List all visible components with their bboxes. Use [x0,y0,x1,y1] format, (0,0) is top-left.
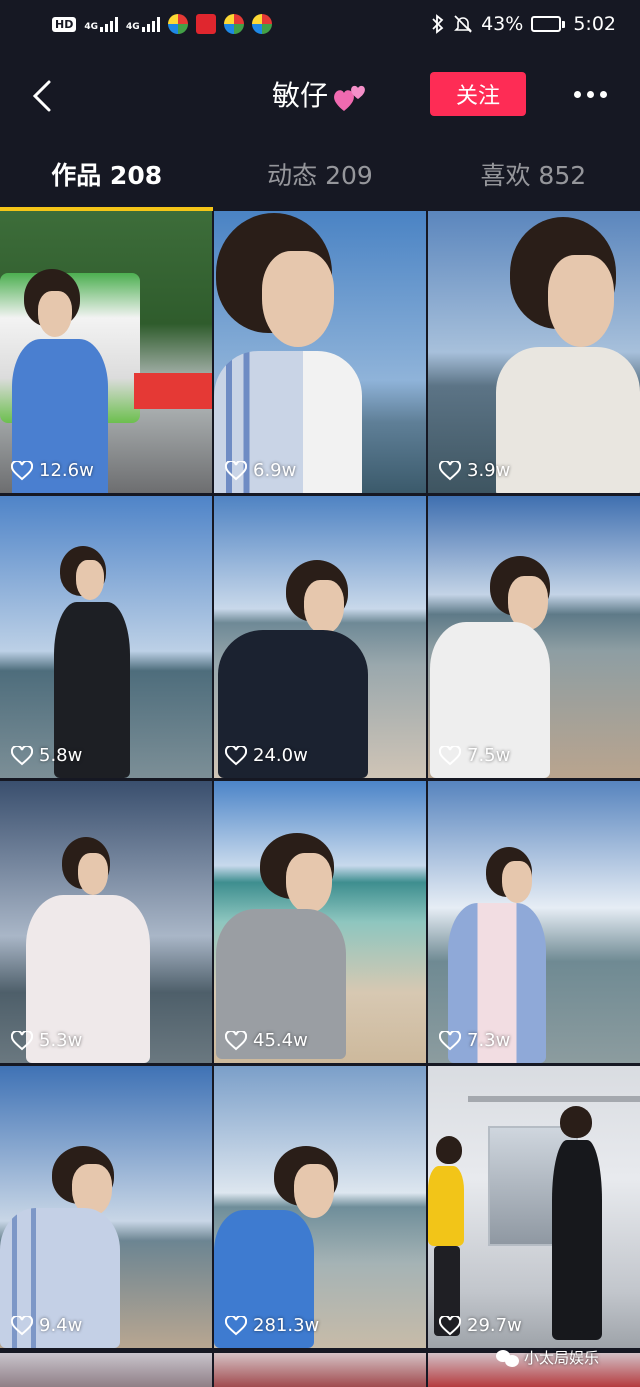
heart-outline-icon [439,745,461,765]
video-thumbnail[interactable] [214,1353,426,1387]
like-count: 45.4w [225,1030,308,1051]
like-count: 24.0w [225,745,308,766]
video-thumbnail[interactable]: 5.8w [0,496,212,778]
like-count-label: 6.9w [253,460,297,481]
like-count: 29.7w [439,1315,522,1336]
like-count: 5.8w [11,745,82,766]
video-grid: 12.6w 6.9w 3.9w 5.8w 24.0w 7.5w 5.3w 45.… [0,211,640,1387]
like-count-label: 12.6w [39,460,94,481]
like-count: 7.5w [439,745,510,766]
video-thumbnail[interactable]: 5.3w [0,781,212,1063]
watermark: 小太局娱乐 [496,1347,599,1368]
like-count-label: 24.0w [253,745,308,766]
hd-badge: HD [52,16,77,32]
like-count: 3.9w [439,460,510,481]
bluetooth-icon [432,14,444,34]
like-count-label: 7.3w [467,1030,511,1051]
heart-outline-icon [225,1315,247,1335]
app-notification-icon [223,14,244,34]
app-notification-icon [167,14,188,34]
signal-icon-2: 4G [126,16,160,32]
news-app-icon [195,14,216,34]
app-notification-icon [251,14,272,34]
heart-outline-icon [11,745,33,765]
video-thumbnail[interactable]: 6.9w [214,211,426,493]
video-thumbnail[interactable]: 3.9w [428,211,640,493]
heart-outline-icon [439,1030,461,1050]
video-thumbnail[interactable]: 7.5w [428,496,640,778]
like-count-label: 29.7w [467,1315,522,1336]
status-right: 43% 5:02 [431,13,616,35]
like-count: 12.6w [11,460,94,481]
tab-works[interactable]: 作品 208 [0,144,213,212]
like-count-label: 5.3w [39,1030,83,1051]
video-thumbnail[interactable]: 12.6w [0,211,212,493]
heart-outline-icon [225,460,247,480]
heart-outline-icon [225,1030,247,1050]
like-count-label: 9.4w [39,1315,83,1336]
profile-header: 敏仔 关注 [0,48,640,144]
heart-outline-icon [439,1315,461,1335]
tab-moments[interactable]: 动态 209 [213,144,426,212]
like-count-label: 7.5w [467,745,511,766]
video-thumbnail[interactable]: 29.7w [428,1066,640,1348]
more-dot [599,90,607,98]
video-thumbnail[interactable]: 7.3w [428,781,640,1063]
heart-outline-icon [11,460,33,480]
two-hearts-icon [334,85,365,111]
mute-bell-icon [454,15,473,33]
heart-outline-icon [439,460,461,480]
wechat-icon [496,1348,520,1368]
more-options-button[interactable] [566,78,614,110]
like-count-label: 281.3w [253,1315,320,1336]
tab-likes[interactable]: 喜欢 852 [427,144,640,212]
like-count: 9.4w [11,1315,82,1336]
network-type-label: 4G [84,22,98,32]
signal-icon: 4G [84,16,118,32]
like-count-label: 45.4w [253,1030,308,1051]
status-left: HD 4G 4G [52,14,272,34]
status-bar: HD 4G 4G 43% 5:02 [0,0,640,48]
more-dot [573,90,581,98]
video-thumbnail[interactable]: 24.0w [214,496,426,778]
video-thumbnail[interactable] [0,1353,212,1387]
more-dot [586,90,594,98]
like-count-label: 3.9w [467,460,511,481]
like-count: 281.3w [225,1315,319,1336]
page-title: 敏仔 [0,74,640,114]
battery-percent: 43% [481,13,524,35]
video-thumbnail[interactable]: 281.3w [214,1066,426,1348]
like-count-label: 5.8w [39,745,83,766]
watermark-text: 小太局娱乐 [524,1349,600,1367]
profile-name: 敏仔 [271,79,328,112]
clock: 5:02 [573,13,616,35]
heart-outline-icon [11,1030,33,1050]
network-type-label-2: 4G [126,22,140,32]
video-thumbnail[interactable]: 45.4w [214,781,426,1063]
profile-tabs: 作品 208 动态 209 喜欢 852 [0,144,640,212]
like-count: 7.3w [439,1030,510,1051]
battery-icon [531,16,566,32]
heart-outline-icon [225,745,247,765]
follow-button[interactable]: 关注 [430,72,526,116]
like-count: 6.9w [225,460,296,481]
video-thumbnail[interactable]: 9.4w [0,1066,212,1348]
heart-outline-icon [11,1315,33,1335]
like-count: 5.3w [11,1030,82,1051]
